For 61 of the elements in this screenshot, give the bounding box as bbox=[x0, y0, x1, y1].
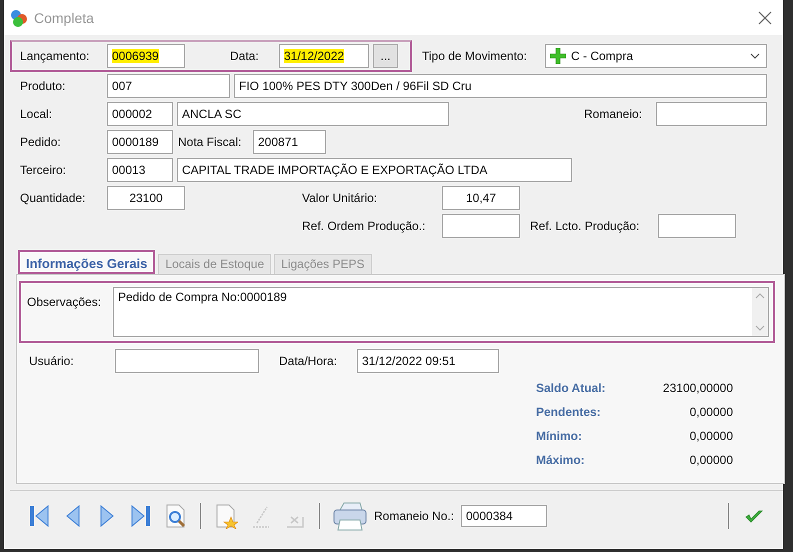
input-field[interactable]: 23100 bbox=[107, 186, 185, 210]
summary-value: 0,00000 bbox=[688, 453, 733, 469]
field-label: Nota Fiscal: bbox=[178, 135, 242, 149]
input-field[interactable]: 10,47 bbox=[442, 186, 520, 210]
first-record-icon[interactable] bbox=[28, 503, 50, 529]
printer-icon[interactable] bbox=[332, 500, 368, 532]
input-field[interactable]: CAPITAL TRADE IMPORTAÇÃO E EXPORTAÇÃO LTDA bbox=[177, 158, 572, 182]
plus-icon bbox=[550, 48, 566, 64]
field-label: Observações: bbox=[27, 295, 102, 309]
scroll-up-icon[interactable] bbox=[755, 292, 765, 300]
checkmark-icon[interactable] bbox=[744, 508, 764, 524]
field-label: Data: bbox=[230, 49, 260, 63]
field-label: Ref. Lcto. Produção: bbox=[530, 219, 640, 233]
input-field[interactable] bbox=[658, 214, 736, 238]
scroll-down-icon[interactable] bbox=[755, 324, 765, 332]
chevron-down-icon[interactable] bbox=[750, 53, 760, 59]
field-label: Produto: bbox=[20, 79, 66, 93]
input-field[interactable]: ANCLA SC bbox=[177, 102, 449, 126]
summary-value: 0,00000 bbox=[688, 405, 733, 421]
app-logo-icon bbox=[10, 8, 28, 26]
field-label: Terceiro: bbox=[20, 163, 68, 177]
date-picker-button[interactable]: ... bbox=[373, 44, 398, 68]
input-field[interactable]: 0000384 bbox=[461, 505, 547, 527]
field-label: Pedido: bbox=[20, 135, 62, 149]
input-field[interactable]: 200871 bbox=[253, 130, 326, 154]
window-title: Completa bbox=[34, 10, 94, 26]
field-label: Valor Unitário: bbox=[302, 191, 378, 205]
summary-label: Pendentes: bbox=[536, 405, 602, 421]
tab[interactable]: Informações Gerais bbox=[18, 250, 156, 274]
input-field[interactable]: 007 bbox=[107, 74, 230, 98]
field-label: Ref. Ordem Produção.: bbox=[302, 219, 426, 233]
input-field[interactable]: 31/12/2022 09:51 bbox=[357, 349, 499, 373]
input-field[interactable]: 0006939 bbox=[107, 44, 185, 68]
summary-value: 23100,00000 bbox=[662, 381, 733, 397]
input-field[interactable] bbox=[115, 349, 259, 373]
input-field[interactable] bbox=[656, 102, 767, 126]
document-magnifier-icon[interactable] bbox=[164, 503, 186, 529]
field-label: Data/Hora: bbox=[279, 354, 338, 368]
field-label: Local: bbox=[20, 107, 54, 121]
field-label: Romaneio No.: bbox=[374, 509, 456, 523]
input-field[interactable]: 31/12/2022 bbox=[279, 44, 369, 68]
input-field[interactable]: 000002 bbox=[107, 102, 173, 126]
field-label: Quantidade: bbox=[20, 191, 86, 205]
input-field[interactable] bbox=[442, 214, 520, 238]
summary-label: Mínimo: bbox=[536, 429, 583, 445]
notes-textarea[interactable]: Pedido de Compra No:0000189 bbox=[113, 287, 769, 337]
field-label: Lançamento: bbox=[20, 49, 90, 63]
field-label: Tipo de Movimento: bbox=[422, 49, 528, 63]
field-label: Usuário: bbox=[29, 354, 75, 368]
input-field[interactable]: 0000189 bbox=[107, 130, 173, 154]
movement-type-dropdown[interactable]: C - Compra bbox=[545, 44, 767, 68]
summary-value: 0,00000 bbox=[688, 429, 733, 445]
close-icon[interactable] bbox=[757, 10, 773, 26]
field-label: Romaneio: bbox=[584, 107, 644, 121]
new-document-icon[interactable] bbox=[214, 503, 238, 529]
input-field[interactable]: FIO 100% PES DTY 300Den / 96Fil SD Cru bbox=[234, 74, 767, 98]
summary-label: Máximo: bbox=[536, 453, 586, 469]
dropdown-value: C - Compra bbox=[571, 49, 634, 63]
summary-label: Saldo Atual: bbox=[536, 381, 607, 397]
input-field[interactable]: 00013 bbox=[107, 158, 173, 182]
last-record-icon[interactable] bbox=[130, 503, 152, 529]
